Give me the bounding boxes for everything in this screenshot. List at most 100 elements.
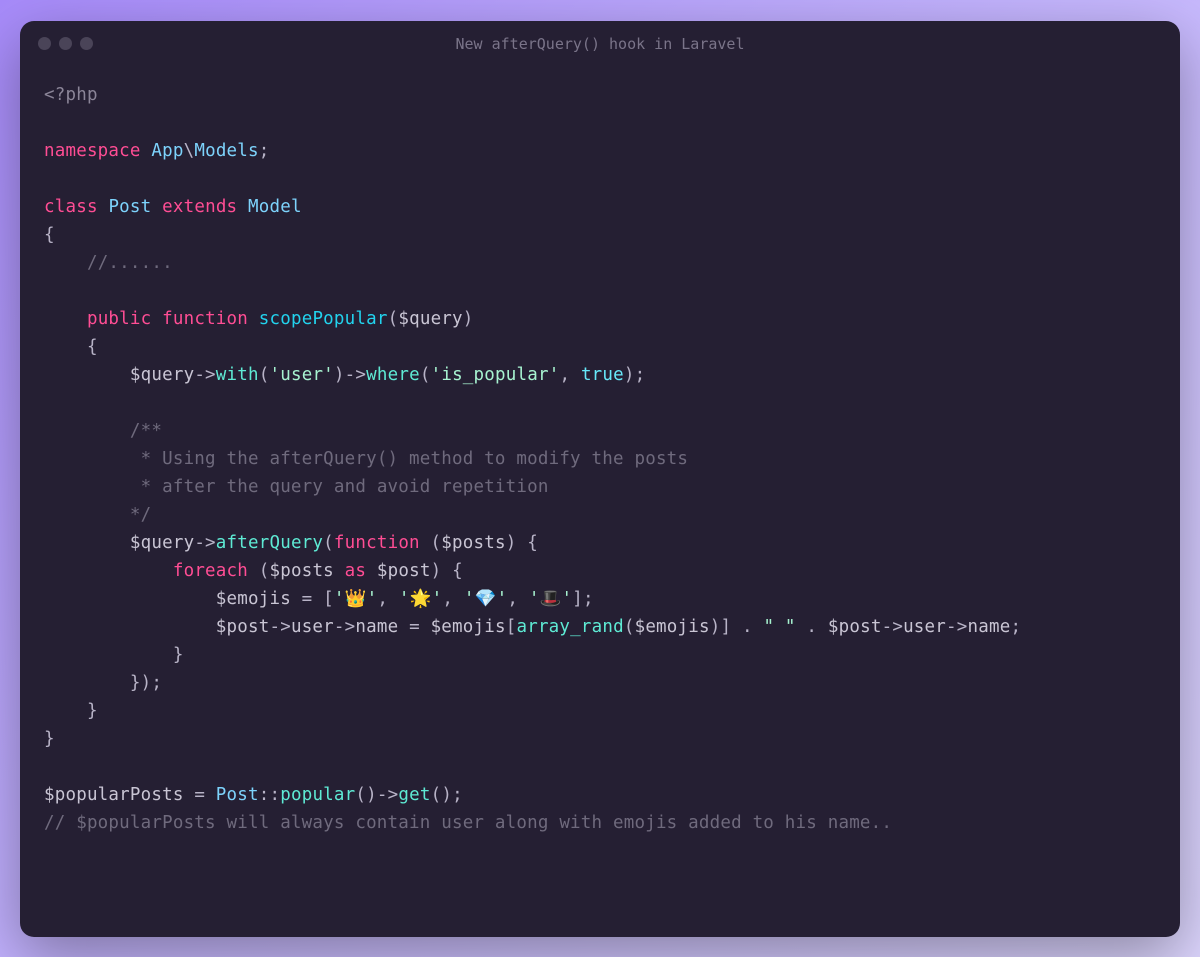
brace: { <box>44 225 55 245</box>
call-where: where <box>366 365 420 385</box>
code-window: New afterQuery() hook in Laravel <?php n… <box>20 21 1180 937</box>
kw-public: public <box>87 309 151 329</box>
prop-name: name <box>968 617 1011 637</box>
arr-open: [ <box>323 589 334 609</box>
ns-semi: ; <box>259 141 270 161</box>
paren: ( <box>259 561 270 581</box>
str-emoji: '👑' <box>334 589 377 609</box>
str-user: 'user' <box>270 365 334 385</box>
parens: () <box>355 785 376 805</box>
arrow: -> <box>334 617 355 637</box>
dot: . <box>796 617 828 637</box>
comment-dots: //...... <box>87 253 173 273</box>
fn-scopePopular: scopePopular <box>259 309 388 329</box>
comma: , <box>377 589 388 609</box>
var-emojis: $emojis <box>431 617 506 637</box>
semi: ; <box>1010 617 1021 637</box>
call-popular: popular <box>280 785 355 805</box>
str-emoji: '🎩' <box>529 589 572 609</box>
brace: { <box>527 533 538 553</box>
prop-user: user <box>291 617 334 637</box>
semi: ; <box>452 785 463 805</box>
paren: ) <box>710 617 721 637</box>
arrow: -> <box>269 617 290 637</box>
paren: ( <box>323 533 334 553</box>
arrow: -> <box>194 365 215 385</box>
dot: . <box>731 617 763 637</box>
var-posts: $posts <box>270 561 334 581</box>
cls-model: Model <box>248 197 302 217</box>
eq: = <box>398 617 430 637</box>
close: ); <box>141 673 162 693</box>
arr-close: ] <box>572 589 583 609</box>
semi: ; <box>583 589 594 609</box>
close-dot-icon[interactable] <box>38 37 51 50</box>
paren: ) <box>506 533 517 553</box>
str-space: " " <box>763 617 795 637</box>
kw-foreach: foreach <box>173 561 248 581</box>
paren: ) <box>334 365 345 385</box>
kw-extends: extends <box>162 197 237 217</box>
str-is-popular: 'is_popular' <box>431 365 560 385</box>
var-post: $post <box>828 617 882 637</box>
paren: ( <box>431 533 442 553</box>
call-with: with <box>216 365 259 385</box>
paren: ) <box>463 309 474 329</box>
brace: } <box>44 729 55 749</box>
prop-user: user <box>903 617 946 637</box>
var-query: $query <box>130 533 194 553</box>
arrow: -> <box>946 617 967 637</box>
arr-close: ] <box>720 617 731 637</box>
paren: ) <box>431 561 442 581</box>
var-emojis: $emojis <box>635 617 710 637</box>
paren: ( <box>259 365 270 385</box>
dcolon: :: <box>259 785 280 805</box>
window-titlebar: New afterQuery() hook in Laravel <box>20 21 1180 67</box>
str-emoji: '💎' <box>464 589 507 609</box>
ns-bs: \ <box>184 141 195 161</box>
eq: = <box>184 785 216 805</box>
ns-app: App <box>151 141 183 161</box>
kw-function: function <box>334 533 420 553</box>
cls-post: Post <box>108 197 151 217</box>
window-title: New afterQuery() hook in Laravel <box>20 35 1180 53</box>
arrow: -> <box>377 785 398 805</box>
var-query: $query <box>130 365 194 385</box>
var-popularPosts: $popularPosts <box>44 785 184 805</box>
brace: { <box>452 561 463 581</box>
final-comment: // $popularPosts will always contain use… <box>44 813 892 833</box>
code-block: <?php namespace App\Models; class Post e… <box>20 67 1180 861</box>
eq: = <box>291 589 323 609</box>
brace: { <box>87 337 98 357</box>
doc-line: /** <box>130 421 162 441</box>
kw-function: function <box>162 309 248 329</box>
prop-name: name <box>355 617 398 637</box>
brace: } <box>130 673 141 693</box>
bool-true: true <box>581 365 624 385</box>
kw-as: as <box>345 561 366 581</box>
maximize-dot-icon[interactable] <box>80 37 93 50</box>
var-query: $query <box>398 309 462 329</box>
arr-open: [ <box>506 617 517 637</box>
call-afterQuery: afterQuery <box>216 533 323 553</box>
paren: ( <box>624 617 635 637</box>
minimize-dot-icon[interactable] <box>59 37 72 50</box>
traffic-lights <box>38 37 93 50</box>
comma: , <box>507 589 518 609</box>
arrow: -> <box>194 533 215 553</box>
comma: , <box>442 589 453 609</box>
paren: ( <box>388 309 399 329</box>
str-emoji: '🌟' <box>399 589 442 609</box>
doc-line: * Using the afterQuery() method to modif… <box>130 449 688 469</box>
var-post: $post <box>216 617 270 637</box>
ns-models: Models <box>194 141 258 161</box>
cls-post: Post <box>216 785 259 805</box>
parens: () <box>431 785 452 805</box>
call-array-rand: array_rand <box>516 617 623 637</box>
kw-namespace: namespace <box>44 141 141 161</box>
brace: } <box>87 701 98 721</box>
comma: , <box>559 365 570 385</box>
arrow: -> <box>345 365 366 385</box>
close: ); <box>624 365 645 385</box>
doc-line: */ <box>130 505 151 525</box>
